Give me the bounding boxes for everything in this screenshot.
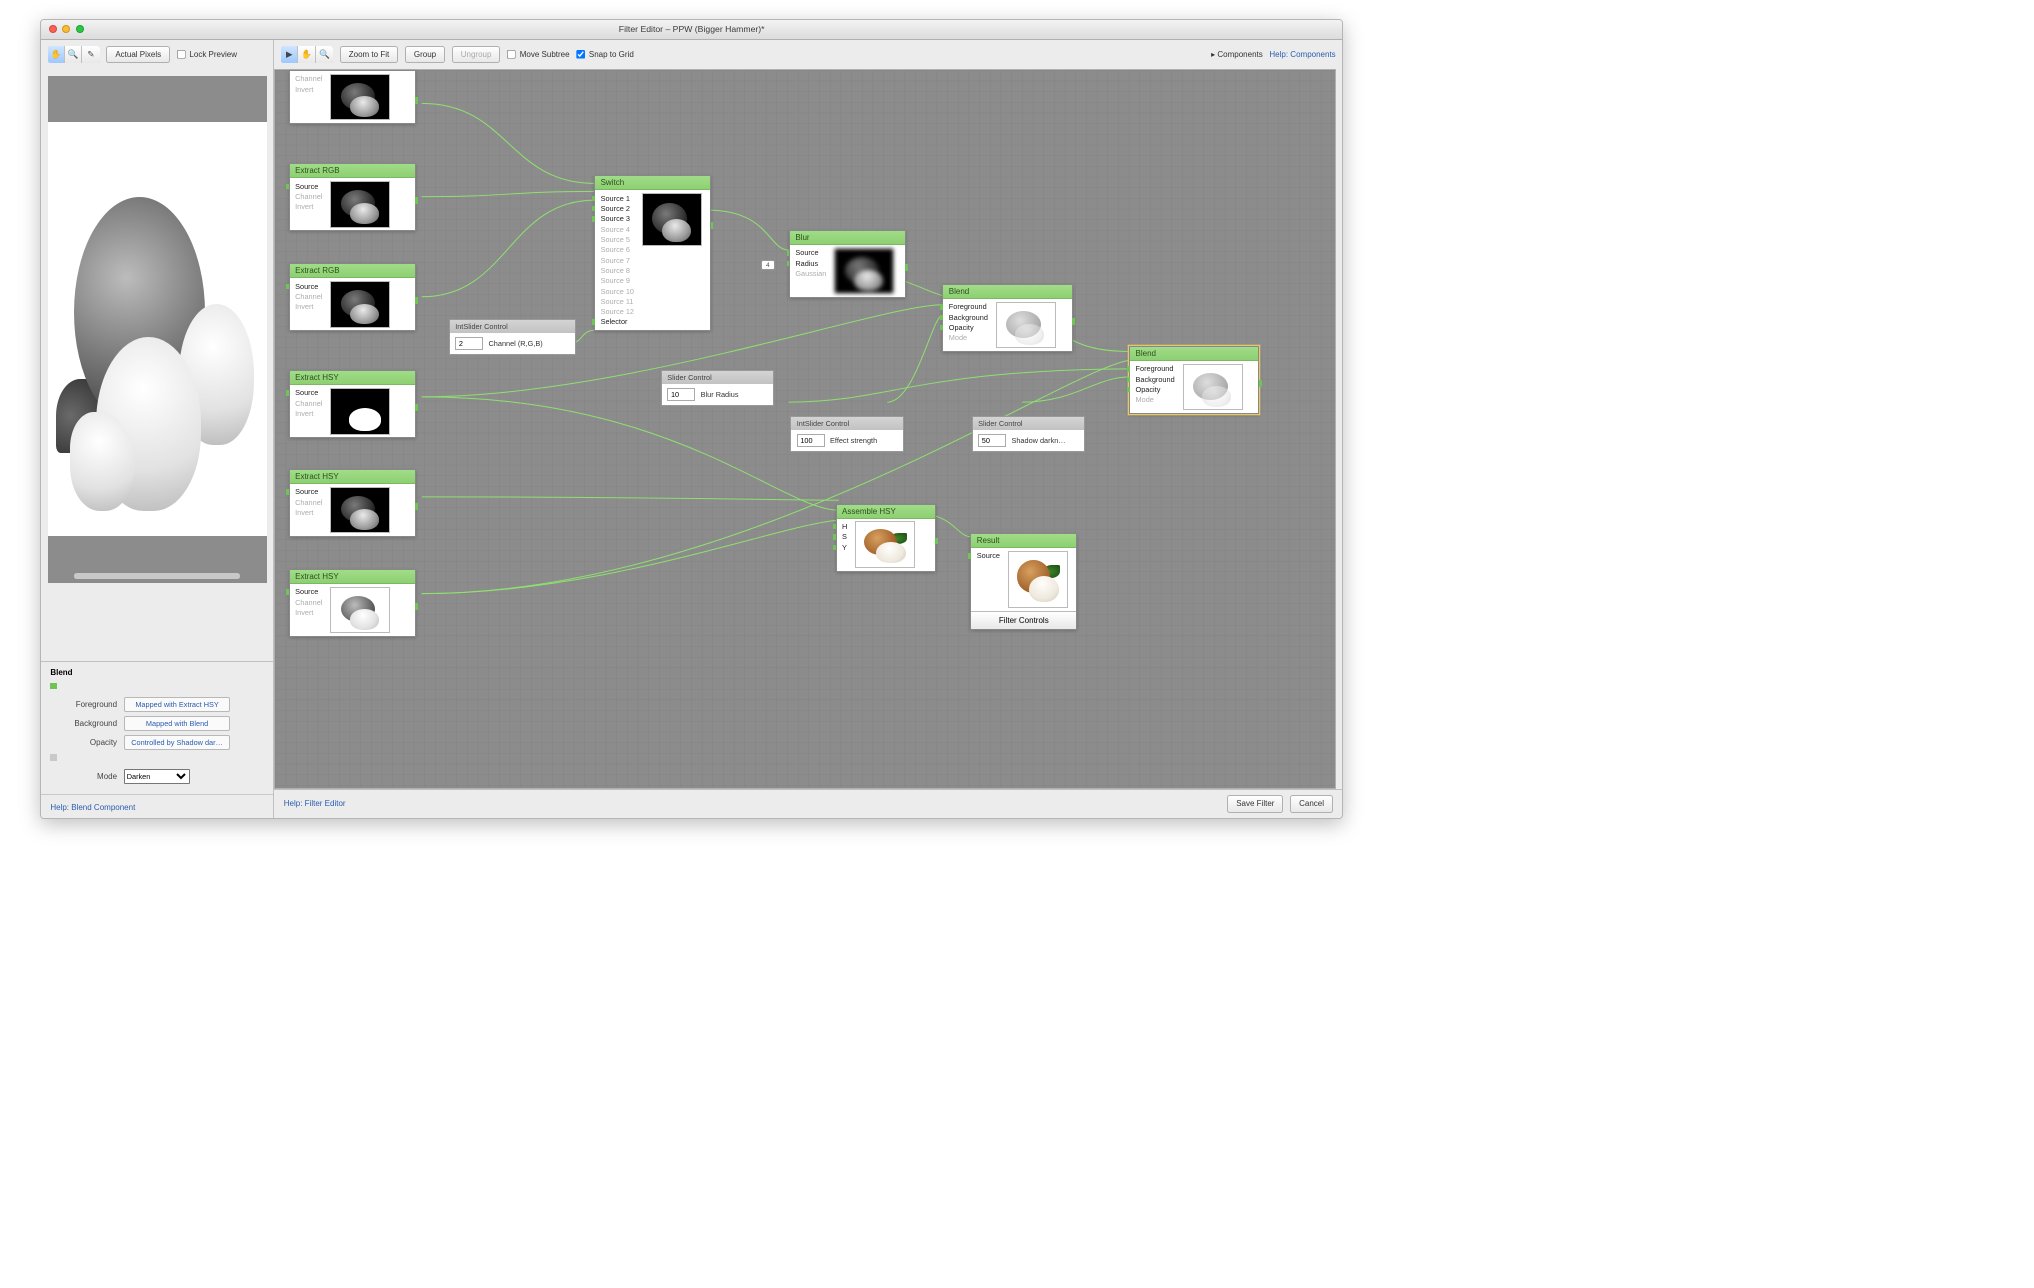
node-blur[interactable]: Blur Source Radius Gaussian: [789, 230, 906, 298]
node-extract-rgb-1[interactable]: Extract RGB Source Channel Invert: [289, 163, 416, 231]
node-extract-hsy-2[interactable]: Extract HSY Source Channel Invert: [289, 469, 416, 537]
prop-foreground-label: Foreground: [50, 700, 123, 709]
preview-area: [41, 69, 273, 661]
eyedropper-tool[interactable]: ✎: [82, 46, 99, 63]
bottom-bar: Help: Filter Editor Save Filter Cancel: [274, 789, 1342, 818]
control-intslider-effect[interactable]: IntSlider Control Effect strength: [790, 416, 903, 452]
control-slider-blur[interactable]: Slider Control Blur Radius: [661, 370, 774, 406]
preview-toolbar: ✋ 🔍 ✎ Actual Pixels Lock Preview: [41, 40, 273, 69]
shadow-darkness-input[interactable]: [978, 434, 1006, 447]
help-blend-link[interactable]: Help: Blend Component: [50, 803, 135, 812]
cancel-button[interactable]: Cancel: [1290, 795, 1333, 812]
titlebar: Filter Editor – PPW (Bigger Hammer)*: [41, 20, 1342, 40]
zoom-canvas-tool[interactable]: 🔍: [316, 46, 333, 63]
node-extract-hsy-1[interactable]: Extract HSY Source Channel Invert: [289, 370, 416, 438]
preview-scrollbar[interactable]: [74, 573, 240, 578]
node-extract-hsy-3[interactable]: Extract HSY Source Channel Invert: [289, 569, 416, 637]
prop-foreground-value[interactable]: Mapped with Extract HSY: [124, 697, 231, 712]
actual-pixels-button[interactable]: Actual Pixels: [106, 46, 170, 63]
node-color-swatch-grey: [50, 754, 57, 761]
node-blend-1[interactable]: Blend Foreground Background Opacity Mode: [942, 284, 1072, 352]
lock-preview-checkbox[interactable]: Lock Preview: [177, 50, 237, 59]
channel-input[interactable]: [455, 337, 483, 350]
snap-to-grid-checkbox[interactable]: Snap to Grid: [576, 50, 634, 59]
help-row-left: Help: Blend Component: [41, 794, 273, 818]
zoom-to-fit-button[interactable]: Zoom to Fit: [340, 46, 398, 63]
node-extract-rgb-0[interactable]: Channel Invert: [289, 70, 416, 124]
preview-tool-group: ✋ 🔍 ✎: [48, 46, 100, 63]
hand-tool[interactable]: ✋: [48, 46, 65, 63]
content: ✋ 🔍 ✎ Actual Pixels Lock Preview: [41, 40, 1342, 818]
properties-title: Blend: [50, 668, 264, 677]
pan-tool[interactable]: ✋: [298, 46, 315, 63]
effect-strength-input[interactable]: [797, 434, 825, 447]
blur-radius-input[interactable]: [667, 388, 695, 401]
properties-panel: Blend ForegroundMapped with Extract HSY …: [41, 661, 273, 795]
wire-value-badge: 4: [761, 260, 775, 270]
help-components-link[interactable]: Help: Components: [1269, 50, 1335, 59]
app-window: Filter Editor – PPW (Bigger Hammer)* ✋ 🔍…: [40, 19, 1343, 819]
prop-background-label: Background: [50, 719, 123, 728]
prop-mode-label: Mode: [50, 772, 123, 781]
node-color-swatch: [50, 683, 57, 690]
zoom-tool[interactable]: 🔍: [65, 46, 82, 63]
node-result[interactable]: Result Source Filter Controls: [970, 533, 1077, 630]
window-title: Filter Editor – PPW (Bigger Hammer)*: [41, 24, 1342, 34]
node-blend-2[interactable]: Blend Foreground Background Opacity Mode: [1129, 346, 1259, 414]
prop-mode-select[interactable]: Darken: [124, 769, 191, 784]
save-filter-button[interactable]: Save Filter: [1227, 795, 1283, 812]
node-switch[interactable]: Switch Source 1Source 2Source 3Source 4S…: [594, 175, 711, 330]
components-toggle[interactable]: ▸ Components: [1211, 50, 1263, 59]
group-button[interactable]: Group: [405, 46, 445, 63]
prop-opacity-value[interactable]: Controlled by Shadow dar…: [124, 735, 231, 750]
canvas-tool-group: ▶ ✋ 🔍: [281, 46, 333, 63]
main-panel: ▶ ✋ 🔍 Zoom to Fit Group Ungroup Move Sub…: [274, 40, 1342, 818]
node-canvas[interactable]: Channel Invert Extract RGB Source Channe…: [274, 69, 1335, 789]
control-intslider-channel[interactable]: IntSlider Control Channel (R,G,B): [449, 319, 576, 355]
canvas-toolbar: ▶ ✋ 🔍 Zoom to Fit Group Ungroup Move Sub…: [274, 40, 1342, 69]
prop-opacity-label: Opacity: [50, 738, 123, 747]
left-panel: ✋ 🔍 ✎ Actual Pixels Lock Preview: [41, 40, 274, 818]
control-slider-shadow[interactable]: Slider Control Shadow darkn…: [972, 416, 1085, 452]
filter-controls-button[interactable]: Filter Controls: [971, 611, 1076, 629]
ungroup-button[interactable]: Ungroup: [452, 46, 501, 63]
node-extract-rgb-2[interactable]: Extract RGB Source Channel Invert: [289, 263, 416, 331]
help-filter-editor-link[interactable]: Help: Filter Editor: [284, 799, 346, 808]
move-subtree-checkbox[interactable]: Move Subtree: [507, 50, 569, 59]
pointer-tool[interactable]: ▶: [281, 46, 298, 63]
preview-viewport[interactable]: [48, 76, 267, 583]
prop-background-value[interactable]: Mapped with Blend: [124, 716, 231, 731]
node-assemble-hsy[interactable]: Assemble HSY H S Y: [836, 504, 936, 572]
